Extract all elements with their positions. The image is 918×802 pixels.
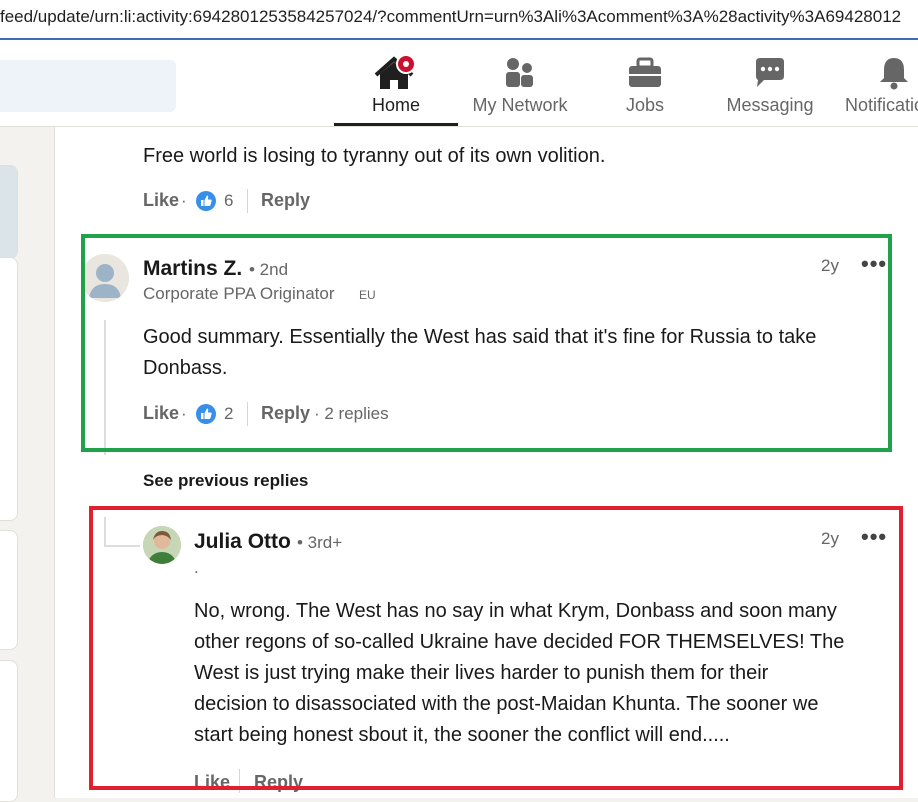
nav-jobs-label: Jobs — [625, 95, 665, 115]
left-rail — [0, 127, 54, 802]
nav-jobs[interactable]: Jobs — [583, 40, 707, 126]
briefcase-icon — [583, 54, 707, 92]
nav-messaging[interactable]: Messaging — [708, 40, 832, 126]
see-previous-replies-link[interactable]: See previous replies — [143, 471, 308, 491]
profile-card-banner — [0, 165, 18, 259]
highlight-box-green — [81, 234, 892, 452]
divider — [247, 189, 248, 213]
nav-messaging-label: Messaging — [726, 95, 814, 115]
top-navbar: Home My Network Jobs Messaging Notificat… — [0, 40, 918, 127]
rail-card — [0, 660, 18, 802]
comment-text: Free world is losing to tyranny out of i… — [143, 145, 606, 167]
reaction-count[interactable]: 6 — [224, 191, 233, 211]
people-icon — [458, 54, 582, 92]
reply-button[interactable]: Reply — [261, 190, 310, 211]
browser-address-bar[interactable]: feed/update/urn:li:activity:694280125358… — [0, 0, 918, 40]
dot-separator: · — [181, 191, 187, 210]
nav-notifications-label: Notifications — [844, 95, 918, 115]
bell-icon — [832, 54, 918, 92]
nav-home-label: Home — [371, 95, 420, 115]
chat-icon — [708, 54, 832, 92]
rail-card — [0, 530, 18, 650]
home-icon — [334, 54, 458, 92]
nav-my-network-label: My Network — [472, 95, 568, 115]
comments-section: Free world is losing to tyranny out of i… — [54, 127, 918, 798]
highlight-box-red — [89, 506, 903, 790]
search-input[interactable] — [0, 60, 176, 112]
profile-card — [0, 257, 18, 521]
nav-notifications[interactable]: Notifications — [832, 40, 918, 126]
like-button[interactable]: Like — [143, 190, 179, 211]
nav-home[interactable]: Home — [334, 40, 458, 126]
like-reaction-icon — [195, 190, 217, 217]
url-text: feed/update/urn:li:activity:694280125358… — [0, 7, 902, 26]
nav-my-network[interactable]: My Network — [458, 40, 582, 126]
